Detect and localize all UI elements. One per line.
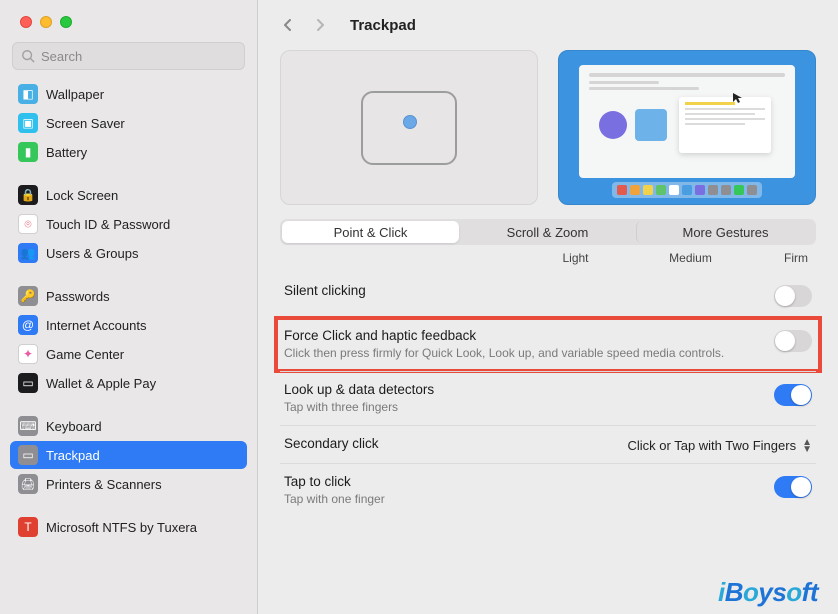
- screen-icon: ▣: [18, 113, 38, 133]
- sidebar-item-label: Passwords: [46, 289, 110, 304]
- sidebar-item-wallet-apple-pay[interactable]: ▭ Wallet & Apple Pay: [10, 369, 247, 397]
- chevrons-icon: ▲▼: [802, 439, 812, 453]
- sidebar-item-label: Screen Saver: [46, 116, 125, 131]
- window-controls: [0, 0, 257, 42]
- search-input[interactable]: Search: [12, 42, 245, 70]
- watermark: iBoysoft: [718, 577, 818, 608]
- sidebar-item-label: Wallpaper: [46, 87, 104, 102]
- sidebar-item-passwords[interactable]: 🔑 Passwords: [10, 282, 247, 310]
- setting-name: Silent clicking: [284, 283, 774, 298]
- setting-name: Secondary click: [284, 436, 628, 451]
- sidebar-item-label: Battery: [46, 145, 87, 160]
- microsoft-icon: T: [18, 517, 38, 537]
- wallet-icon: ▭: [18, 373, 38, 393]
- lock-icon: 🔒: [18, 185, 38, 205]
- search-icon: [21, 49, 35, 63]
- sidebar-item-label: Trackpad: [46, 448, 100, 463]
- sidebar-item-users-groups[interactable]: 👥 Users & Groups: [10, 239, 247, 267]
- secondary-select[interactable]: Click or Tap with Two Fingers▲▼: [628, 438, 813, 453]
- trackpad-icon: ▭: [18, 445, 38, 465]
- internet-icon: @: [18, 315, 38, 335]
- setting-subtitle: Tap with one finger: [284, 491, 774, 507]
- scale-firm: Firm: [748, 251, 808, 265]
- scale-light: Light: [518, 251, 633, 265]
- sidebar-item-internet-accounts[interactable]: @ Internet Accounts: [10, 311, 247, 339]
- sidebar-item-label: Microsoft NTFS by Tuxera: [46, 520, 197, 535]
- sidebar-item-label: Keyboard: [46, 419, 102, 434]
- minimize-window-button[interactable]: [40, 16, 52, 28]
- tab-scroll-zoom[interactable]: Scroll & Zoom: [459, 221, 636, 243]
- sidebar-item-microsoft-ntfs-by-tuxera[interactable]: T Microsoft NTFS by Tuxera: [10, 513, 247, 541]
- lookup-toggle[interactable]: [774, 384, 812, 406]
- touch-icon: ⌾: [18, 214, 38, 234]
- setting-name: Force Click and haptic feedback: [284, 328, 774, 343]
- setting-subtitle: Tap with three fingers: [284, 399, 774, 415]
- gesture-preview: [558, 50, 816, 205]
- close-window-button[interactable]: [20, 16, 32, 28]
- page-title: Trackpad: [350, 17, 416, 34]
- sidebar-item-label: Printers & Scanners: [46, 477, 162, 492]
- printers-icon: 🖨: [18, 474, 38, 494]
- setting-tap: Tap to click Tap with one finger: [280, 463, 816, 517]
- scale-medium: Medium: [633, 251, 748, 265]
- setting-lookup: Look up & data detectors Tap with three f…: [280, 371, 816, 425]
- force-toggle[interactable]: [774, 330, 812, 352]
- setting-force: Force Click and haptic feedback Click the…: [280, 317, 816, 371]
- back-button[interactable]: [278, 15, 298, 35]
- users-icon: 👥: [18, 243, 38, 263]
- setting-subtitle: Click then press firmly for Quick Look, …: [284, 345, 774, 361]
- setting-secondary: Secondary clickClick or Tap with Two Fin…: [280, 425, 816, 463]
- sidebar-item-battery[interactable]: ▮ Battery: [10, 138, 247, 166]
- tab-point-click[interactable]: Point & Click: [282, 221, 459, 243]
- sidebar-item-label: Internet Accounts: [46, 318, 146, 333]
- sidebar-item-screen-saver[interactable]: ▣ Screen Saver: [10, 109, 247, 137]
- sidebar-item-label: Users & Groups: [46, 246, 138, 261]
- sidebar-item-label: Lock Screen: [46, 188, 118, 203]
- game-icon: ✦: [18, 344, 38, 364]
- tracking-scale: Light Medium Firm: [280, 251, 808, 265]
- tab-bar: Point & ClickScroll & ZoomMore Gestures: [280, 219, 816, 245]
- setting-silent: Silent clicking: [280, 273, 816, 317]
- setting-name: Tap to click: [284, 474, 774, 489]
- tap-toggle[interactable]: [774, 476, 812, 498]
- header: Trackpad: [258, 0, 838, 50]
- search-placeholder: Search: [41, 49, 82, 64]
- sidebar-item-label: Touch ID & Password: [46, 217, 170, 232]
- sidebar-item-printers-scanners[interactable]: 🖨 Printers & Scanners: [10, 470, 247, 498]
- sidebar-item-wallpaper[interactable]: ◧ Wallpaper: [10, 80, 247, 108]
- battery-icon: ▮: [18, 142, 38, 162]
- passwords-icon: 🔑: [18, 286, 38, 306]
- keyboard-icon: ⌨: [18, 416, 38, 436]
- settings-list: Silent clicking Force Click and haptic fe…: [280, 273, 816, 518]
- sidebar-item-trackpad[interactable]: ▭ Trackpad: [10, 441, 247, 469]
- sidebar-item-lock-screen[interactable]: 🔒 Lock Screen: [10, 181, 247, 209]
- sidebar-item-label: Wallet & Apple Pay: [46, 376, 156, 391]
- silent-toggle[interactable]: [774, 285, 812, 307]
- forward-button[interactable]: [310, 15, 330, 35]
- tab-more-gestures[interactable]: More Gestures: [636, 221, 814, 243]
- sidebar-item-touch-id-password[interactable]: ⌾ Touch ID & Password: [10, 210, 247, 238]
- sidebar-item-label: Game Center: [46, 347, 124, 362]
- sidebar-item-game-center[interactable]: ✦ Game Center: [10, 340, 247, 368]
- setting-name: Look up & data detectors: [284, 382, 774, 397]
- sidebar-item-keyboard[interactable]: ⌨ Keyboard: [10, 412, 247, 440]
- sidebar-nav: ◧ Wallpaper ▣ Screen Saver ▮ Battery 🔒 Lock Scr…: [0, 80, 257, 541]
- trackpad-illustration: [280, 50, 538, 205]
- wallpaper-icon: ◧: [18, 84, 38, 104]
- zoom-window-button[interactable]: [60, 16, 72, 28]
